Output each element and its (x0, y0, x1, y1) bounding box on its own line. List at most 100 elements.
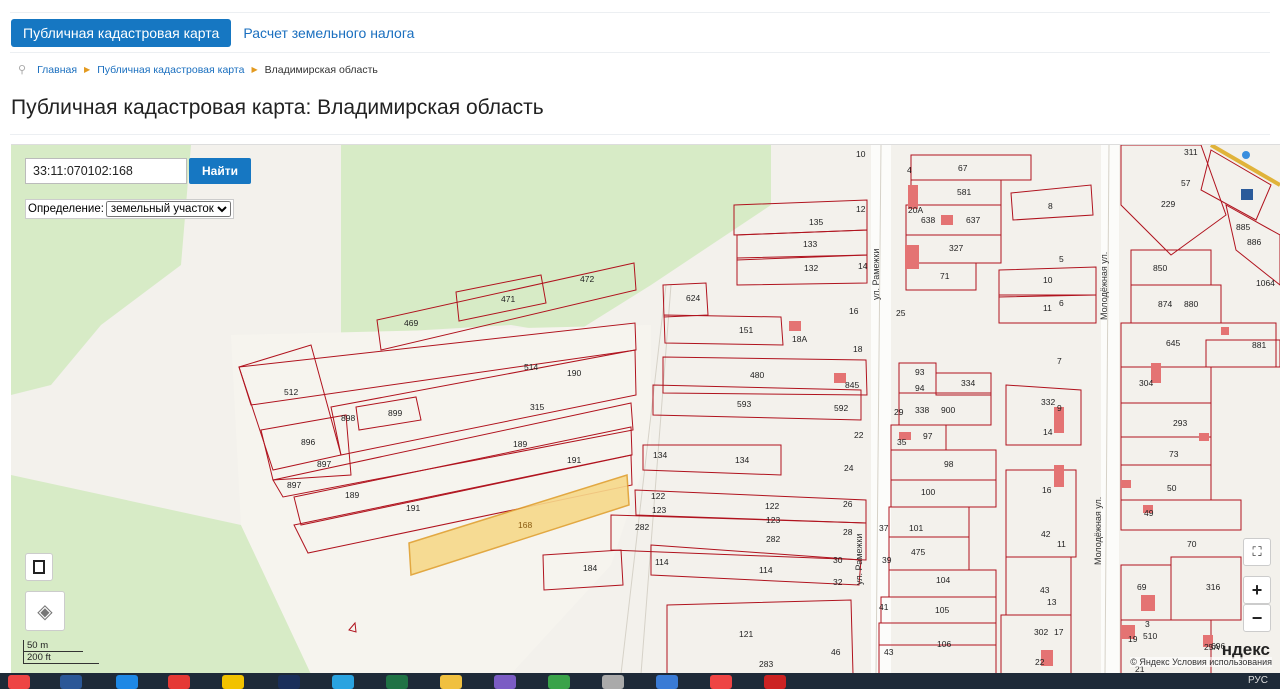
parcel-label[interactable]: 73 (1169, 449, 1179, 459)
parcel-label[interactable]: 1064 (1256, 278, 1275, 288)
parcel-label[interactable]: 22 (854, 430, 864, 440)
parcel-label[interactable]: 20А (908, 205, 923, 215)
parcel-label[interactable]: 114 (759, 565, 773, 575)
parcel-label[interactable]: 94 (915, 383, 925, 393)
parcel-label[interactable]: 19 (1128, 634, 1138, 644)
parcel-label[interactable]: 7 (1057, 356, 1062, 366)
parcel-label[interactable]: 480 (750, 370, 764, 380)
parcel-label[interactable]: 881 (1252, 340, 1266, 350)
map-canvas[interactable]: 472471469624514190512315898 899896 1891918… (11, 145, 1280, 673)
parcel-label[interactable]: 122 (765, 501, 779, 511)
parcel-label[interactable]: 190 (567, 368, 581, 378)
parcel-label[interactable]: 638 (921, 215, 935, 225)
parcel-label[interactable]: 46 (831, 647, 841, 657)
parcel-label[interactable]: 593 (737, 399, 751, 409)
parcel-label[interactable]: 10 (856, 149, 866, 159)
parcel-label[interactable]: 896 (301, 437, 315, 447)
parcel-label[interactable]: 191 (567, 455, 581, 465)
parcel-label[interactable]: 24 (844, 463, 854, 473)
parcel-label[interactable]: 11 (1057, 539, 1066, 549)
parcel-label[interactable]: 132 (804, 263, 818, 273)
parcel-label[interactable]: 334 (961, 378, 975, 388)
parcel-label[interactable]: 98 (944, 459, 954, 469)
parcel-label[interactable]: 900 (941, 405, 955, 415)
parcel-label[interactable]: 624 (686, 293, 700, 303)
definition-select[interactable]: земельный участок (105, 201, 231, 217)
word-icon[interactable] (60, 675, 82, 689)
parcel-label[interactable]: 469 (404, 318, 418, 328)
zoom-out-button[interactable]: − (1243, 604, 1271, 632)
parcel-label[interactable]: 191 (406, 503, 420, 513)
parcel-label[interactable]: 899 (388, 408, 402, 418)
map-attribution[interactable]: © Яндекс Условия использования (1130, 657, 1272, 667)
parcel-label[interactable]: 885 (1236, 222, 1250, 232)
parcel-label[interactable]: 282 (635, 522, 649, 532)
parcel-label[interactable]: 22 (1035, 657, 1045, 667)
parcel-label[interactable]: 17 (1054, 627, 1064, 637)
parcel-label[interactable]: 897 (287, 480, 301, 490)
parcel-label[interactable]: 316 (1206, 582, 1220, 592)
parcel-label[interactable]: 850 (1153, 263, 1167, 273)
layers-button[interactable]: ◈ (25, 591, 65, 631)
parcel-label[interactable]: 6 (1059, 298, 1064, 308)
parcel-label[interactable]: 898 (341, 413, 355, 423)
parcel-label[interactable]: 37 (879, 523, 889, 533)
parcel-label[interactable]: 13 (1047, 597, 1057, 607)
parcel-label[interactable]: 874 (1158, 299, 1172, 309)
parcel-label[interactable]: 106 (937, 639, 951, 649)
parcel-label[interactable]: 41 (879, 602, 889, 612)
parcel-label[interactable]: 302 (1034, 627, 1048, 637)
parcel-label[interactable]: 471 (501, 294, 515, 304)
app-icon-6[interactable] (764, 675, 786, 689)
parcel-label[interactable]: 332 (1041, 397, 1055, 407)
parcel-label[interactable]: 16 (1042, 485, 1052, 495)
parcel-label[interactable]: 71 (940, 271, 950, 281)
parcel-label[interactable]: 97 (923, 431, 933, 441)
viber-icon[interactable] (494, 675, 516, 689)
parcel-label[interactable]: 50 (1167, 483, 1177, 493)
parcel-label[interactable]: 168 (518, 520, 532, 530)
find-button[interactable]: Найти (189, 158, 251, 184)
parcel-label[interactable]: 122 (651, 491, 665, 501)
parcel-label[interactable]: 16 (849, 306, 859, 316)
parcel-label[interactable]: 645 (1166, 338, 1180, 348)
app-icon-3[interactable] (602, 675, 624, 689)
ie-icon[interactable] (116, 675, 138, 689)
system-tray-lang[interactable]: РУС (1248, 675, 1268, 686)
app-icon[interactable] (222, 675, 244, 689)
parcel-label[interactable]: 69 (1137, 582, 1147, 592)
parcel-label[interactable]: 18 (853, 344, 863, 354)
parcel-label[interactable]: 100 (921, 487, 935, 497)
telegram-icon[interactable] (332, 675, 354, 689)
parcel-label[interactable]: 472 (580, 274, 594, 284)
ruler-button[interactable] (25, 553, 53, 581)
parcel-label[interactable]: 592 (834, 403, 848, 413)
cadastral-number-input[interactable] (25, 158, 187, 184)
parcel-label[interactable]: 49 (1144, 508, 1154, 518)
parcel-label[interactable]: 29 (894, 407, 904, 417)
chrome-icon[interactable] (8, 675, 30, 689)
parcel-label[interactable]: 12 (856, 204, 866, 214)
parcel-label[interactable]: 25 (896, 308, 906, 318)
tab-cadastral-map[interactable]: Публичная кадастровая карта (11, 19, 232, 47)
parcel-label[interactable]: 282 (766, 534, 780, 544)
parcel-label[interactable]: 8 (1048, 201, 1053, 211)
parcel-label[interactable]: 184 (583, 563, 597, 573)
parcel-label[interactable]: 70 (1187, 539, 1197, 549)
parcel-label[interactable]: 637 (966, 215, 980, 225)
parcel-label[interactable]: 189 (345, 490, 359, 500)
parcel-label[interactable]: 93 (915, 367, 925, 377)
parcel-label[interactable]: 26 (843, 499, 853, 509)
parcel-label[interactable]: 10 (1043, 275, 1053, 285)
parcel-label[interactable]: 11 (1043, 303, 1052, 313)
zoom-in-button[interactable]: + (1243, 576, 1271, 604)
parcel-label[interactable]: 104 (936, 575, 950, 585)
parcel-label[interactable]: 14 (858, 261, 868, 271)
parcel-label[interactable]: 514 (524, 362, 538, 372)
parcel-label[interactable]: 512 (284, 387, 298, 397)
parcel-label[interactable]: 43 (1040, 585, 1050, 595)
parcel-label[interactable]: 28 (843, 527, 853, 537)
parcel-label[interactable]: 18А (792, 334, 807, 344)
parcel-label[interactable]: 30 (833, 555, 843, 565)
parcel-label[interactable]: 4 (907, 165, 912, 175)
